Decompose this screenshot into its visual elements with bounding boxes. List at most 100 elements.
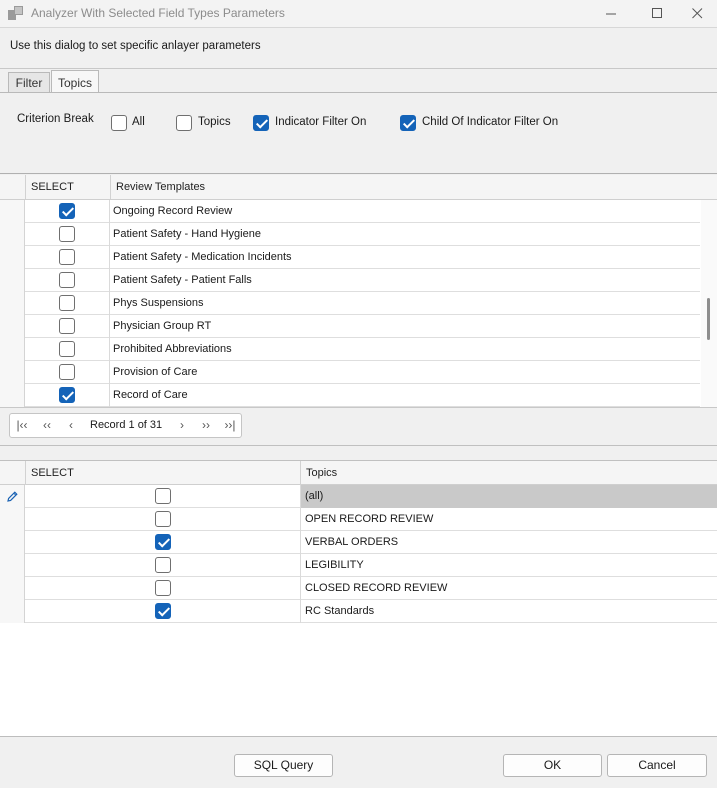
select-column-header[interactable]: SELECT (25, 175, 110, 199)
row-select-checkbox[interactable] (59, 387, 75, 403)
row-indicator[interactable] (0, 200, 25, 223)
row-indicator[interactable] (0, 485, 25, 508)
templates-vertical-scrollbar[interactable] (701, 200, 717, 407)
row-indicator[interactable] (0, 338, 25, 361)
maximize-button[interactable] (637, 0, 677, 27)
topics-checkbox[interactable] (176, 115, 192, 131)
close-button[interactable] (677, 0, 717, 27)
sql-query-button[interactable]: SQL Query (234, 754, 333, 777)
select-cell[interactable] (25, 361, 110, 384)
template-name: Patient Safety - Hand Hygiene (113, 228, 261, 240)
last-record-icon[interactable]: ››| (221, 414, 239, 437)
ok-button[interactable]: OK (503, 754, 602, 777)
row-select-checkbox[interactable] (59, 341, 75, 357)
row-select-checkbox[interactable] (155, 580, 171, 596)
record-navigator: |‹‹ ‹‹ ‹ Record 1 of 31 › ›› ››| (9, 413, 242, 438)
table-row[interactable]: (all) (0, 485, 717, 508)
select-cell[interactable] (25, 600, 301, 623)
row-select-checkbox[interactable] (59, 203, 75, 219)
row-select-checkbox[interactable] (59, 226, 75, 242)
table-row[interactable]: Patient Safety - Medication Incidents (0, 246, 700, 269)
scrollbar-thumb[interactable] (707, 298, 710, 340)
topics-select-column-header[interactable]: SELECT (25, 461, 301, 485)
table-row[interactable]: Physician Group RT (0, 315, 700, 338)
all-checkbox[interactable] (111, 115, 127, 131)
table-row[interactable]: RC Standards (0, 600, 717, 623)
row-select-checkbox[interactable] (155, 603, 171, 619)
topic-name: OPEN RECORD REVIEW (305, 513, 434, 525)
minimize-button[interactable] (591, 0, 631, 27)
row-indicator[interactable] (0, 315, 25, 338)
previous-page-icon[interactable]: ‹‹ (38, 414, 56, 437)
templates-grid-header: SELECT Review Templates (0, 175, 717, 200)
topic-name: VERBAL ORDERS (305, 536, 399, 548)
row-select-checkbox[interactable] (59, 249, 75, 265)
select-cell[interactable] (25, 338, 110, 361)
row-indicator[interactable] (0, 531, 25, 554)
select-cell[interactable] (25, 508, 301, 531)
tab-topics[interactable]: Topics (51, 70, 99, 94)
row-indicator[interactable] (0, 246, 25, 269)
review-templates-column-header[interactable]: Review Templates (110, 175, 702, 199)
table-row[interactable]: OPEN RECORD REVIEW (0, 508, 717, 531)
table-row[interactable]: Ongoing Record Review (0, 200, 700, 223)
row-select-checkbox[interactable] (155, 488, 171, 504)
select-cell[interactable] (25, 531, 301, 554)
row-indicator[interactable] (0, 508, 25, 531)
select-cell[interactable] (25, 485, 301, 508)
next-page-icon[interactable]: ›› (197, 414, 215, 437)
select-cell[interactable] (25, 554, 301, 577)
row-select-checkbox[interactable] (155, 557, 171, 573)
next-record-icon[interactable]: › (173, 414, 191, 437)
row-indicator[interactable] (0, 384, 25, 407)
child-indicator-filter-checkbox[interactable] (400, 115, 416, 131)
table-row[interactable]: Provision of Care (0, 361, 700, 384)
row-indicator[interactable] (0, 554, 25, 577)
select-cell[interactable] (25, 223, 110, 246)
table-row[interactable]: Record of Care (0, 384, 700, 407)
first-record-icon[interactable]: |‹‹ (13, 414, 31, 437)
topic-name: CLOSED RECORD REVIEW (305, 582, 448, 594)
topics-grid: SELECT Topics (all) OPEN RECORD REVIEW VER… (0, 460, 717, 737)
template-name: Ongoing Record Review (113, 205, 233, 217)
previous-record-icon[interactable]: ‹ (62, 414, 80, 437)
row-indicator[interactable] (0, 269, 25, 292)
title-bar: Analyzer With Selected Field Types Param… (0, 0, 717, 27)
topic-name: LEGIBILITY (305, 559, 364, 571)
tab-filter[interactable]: Filter (8, 72, 50, 93)
row-indicator[interactable] (0, 223, 25, 246)
table-row[interactable]: Phys Suspensions (0, 292, 700, 315)
select-cell[interactable] (25, 315, 110, 338)
row-select-checkbox[interactable] (59, 295, 75, 311)
row-indicator[interactable] (0, 292, 25, 315)
template-name: Patient Safety - Medication Incidents (113, 251, 292, 263)
select-cell[interactable] (25, 269, 110, 292)
select-cell[interactable] (25, 200, 110, 223)
row-indicator[interactable] (0, 361, 25, 384)
select-cell[interactable] (25, 292, 110, 315)
cancel-button[interactable]: Cancel (607, 754, 707, 777)
select-cell[interactable] (25, 246, 110, 269)
topic-name: RC Standards (305, 605, 375, 617)
row-indicator[interactable] (0, 577, 25, 600)
template-name: Prohibited Abbreviations (113, 343, 232, 355)
templates-grid-body: Ongoing Record Review Patient Safety - Ha… (0, 200, 700, 407)
table-row[interactable]: Patient Safety - Patient Falls (0, 269, 700, 292)
topic-cell-selected[interactable] (301, 485, 717, 508)
indicator-filter-checkbox[interactable] (253, 115, 269, 131)
select-cell[interactable] (25, 577, 301, 600)
indicator-filter-label: Indicator Filter On (275, 116, 367, 128)
table-row[interactable]: Patient Safety - Hand Hygiene (0, 223, 700, 246)
row-select-checkbox[interactable] (59, 272, 75, 288)
row-select-checkbox[interactable] (59, 318, 75, 334)
topics-column-header[interactable]: Topics (300, 461, 717, 485)
table-row[interactable]: Prohibited Abbreviations (0, 338, 700, 361)
table-row[interactable]: VERBAL ORDERS (0, 531, 717, 554)
row-indicator[interactable] (0, 600, 25, 623)
row-select-checkbox[interactable] (155, 511, 171, 527)
table-row[interactable]: CLOSED RECORD REVIEW (0, 577, 717, 600)
table-row[interactable]: LEGIBILITY (0, 554, 717, 577)
row-select-checkbox[interactable] (155, 534, 171, 550)
select-cell[interactable] (25, 384, 110, 407)
row-select-checkbox[interactable] (59, 364, 75, 380)
